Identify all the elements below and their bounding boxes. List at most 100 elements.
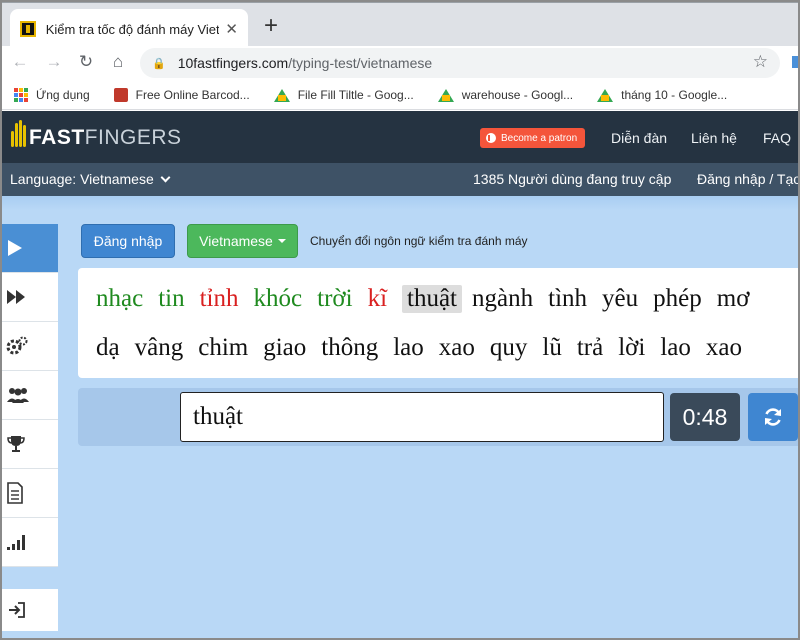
bookmark-star-icon[interactable]: ☆: [753, 52, 768, 72]
typing-input[interactable]: [180, 392, 664, 442]
word: tình: [548, 285, 588, 312]
word: xao: [705, 334, 742, 361]
bookmark-label: Ứng dụng: [36, 87, 90, 102]
address-bar[interactable]: 🔒 10fastfingers.com/typing-test/vietname…: [140, 48, 780, 78]
signal-bars-icon: [7, 535, 25, 550]
word: dạ: [96, 334, 120, 361]
hand-logo-icon: [10, 117, 28, 153]
close-tab-icon[interactable]: ✕: [225, 20, 238, 38]
language-dropdown-button[interactable]: Vietnamese: [187, 224, 298, 258]
become-patron-button[interactable]: Become a patron: [480, 128, 586, 148]
browser-toolbar: ← → ↻ ⌂ 🔒 10fastfingers.com/typing-test/…: [0, 46, 800, 78]
sidebar: [2, 224, 58, 567]
words-line-2: dạ vâng chim giao thông lao xao quy lũ trả lời lao x…: [96, 334, 757, 362]
sidebar-item-settings[interactable]: [2, 322, 58, 371]
patron-label: Become a patron: [501, 132, 578, 144]
url-host: 10fastfingers.com: [177, 55, 289, 71]
bookmark-label: File Fill Tiltle - Goog...: [297, 87, 414, 102]
words-display: nhạc tin tỉnh khóc trời kĩ thuật ngành tình yêu ph…: [78, 268, 800, 378]
nav-forum[interactable]: Diễn đàn: [611, 130, 667, 146]
back-arrow-icon[interactable]: ←: [8, 50, 32, 74]
bookmark-warehouse[interactable]: warehouse - Googl...: [437, 87, 574, 102]
word: yêu: [602, 285, 639, 312]
google-drive-icon: [597, 88, 614, 102]
word: lao: [660, 334, 691, 361]
word: lũ: [542, 334, 562, 361]
bookmark-label: warehouse - Googl...: [461, 87, 574, 102]
google-drive-icon: [437, 88, 454, 102]
browser-tab[interactable]: Kiểm tra tốc độ đánh máy Vietna ✕: [10, 9, 248, 49]
forward-arrow-icon[interactable]: →: [42, 50, 66, 74]
bookmark-label: tháng 10 - Google...: [621, 87, 728, 102]
site-header: FASTFINGERS Become a patron Diễn đàn Liê…: [0, 111, 800, 163]
words-line-1: nhạc tin tỉnh khóc trời kĩ thuật ngành tình yêu ph…: [96, 285, 764, 313]
word: quy: [489, 334, 528, 361]
sidebar-item-text-practice[interactable]: [2, 469, 58, 518]
google-drive-icon: [273, 88, 290, 102]
sidebar-item-statistics[interactable]: [2, 518, 58, 567]
home-icon[interactable]: ⌂: [106, 50, 130, 74]
input-row: 0:48: [78, 388, 800, 446]
bookmark-file-fill[interactable]: File Fill Tiltle - Goog...: [273, 87, 414, 102]
login-button[interactable]: Đăng nhập: [81, 224, 175, 258]
restart-button[interactable]: [748, 393, 798, 441]
site-logo[interactable]: FASTFINGERS: [10, 117, 182, 153]
word: lao: [393, 334, 424, 361]
apps-grid-icon: [14, 87, 28, 102]
sidebar-item-logout[interactable]: [2, 589, 58, 631]
nav-faq[interactable]: FAQ: [763, 130, 791, 146]
online-users-count: 1385 Người dùng đang truy cập: [473, 171, 672, 187]
word: vâng: [134, 334, 184, 361]
document-icon: [7, 482, 23, 504]
browser-tabstrip: Kiểm tra tốc độ đánh máy Vietna ✕ +: [0, 0, 800, 49]
sidebar-item-multiplayer[interactable]: [2, 371, 58, 420]
users-icon: [7, 388, 29, 403]
lock-icon: 🔒: [152, 57, 166, 70]
word: tỉnh: [199, 285, 239, 312]
extension-icon[interactable]: [792, 56, 800, 68]
nav-contact[interactable]: Liên hệ: [691, 130, 737, 146]
barcode-icon: [113, 87, 128, 102]
word: thông: [321, 334, 379, 361]
url-path: /typing-test/vietnamese: [288, 55, 433, 71]
bookmark-thang-10[interactable]: tháng 10 - Google...: [597, 88, 727, 102]
play-icon: [8, 240, 22, 256]
word: khóc: [253, 285, 303, 312]
word: ngành: [472, 285, 534, 312]
chevron-down-icon: [160, 172, 171, 183]
word: chim: [198, 334, 249, 361]
refresh-icon: [765, 408, 781, 426]
word: xao: [438, 334, 475, 361]
word: kĩ: [367, 285, 388, 312]
reload-icon[interactable]: ↻: [74, 50, 98, 74]
word: trả: [576, 334, 604, 361]
language-subbar: Language: Vietnamese 1385 Người dùng đan…: [0, 163, 800, 196]
language-selector[interactable]: Language: Vietnamese: [10, 171, 171, 187]
bookmark-apps[interactable]: Ứng dụng: [14, 87, 90, 102]
logout-icon: [9, 602, 25, 618]
switch-language-hint: Chuyển đổi ngôn ngữ kiểm tra đánh máy: [310, 234, 528, 248]
logo-text: FASTFINGERS: [29, 126, 182, 149]
caret-down-icon: [277, 239, 286, 243]
tab-title: Kiểm tra tốc độ đánh máy Vietna: [45, 21, 220, 37]
login-register-link[interactable]: Đăng nhập / Tạo: [697, 171, 800, 187]
word: giao: [263, 334, 307, 361]
new-tab-button[interactable]: +: [258, 13, 284, 39]
countdown-timer: 0:48: [670, 393, 740, 441]
sidebar-item-advanced[interactable]: [2, 273, 58, 322]
word: phép: [653, 285, 702, 312]
trophy-icon: [7, 436, 25, 452]
word: tin: [158, 285, 185, 312]
current-word: thuật: [402, 285, 463, 313]
word: lời: [618, 334, 646, 361]
fast-forward-icon: [7, 290, 25, 304]
bookmarks-bar: Ứng dụng Free Online Barcod... File Fill…: [0, 80, 800, 110]
sidebar-item-competitions[interactable]: [2, 420, 58, 469]
sidebar-item-typing-test[interactable]: [2, 224, 58, 273]
tenfastfingers-favicon-icon: [20, 21, 36, 37]
gears-icon: [6, 336, 28, 355]
bookmark-barcode[interactable]: Free Online Barcod...: [113, 87, 250, 102]
word: nhạc: [96, 285, 144, 312]
word: trời: [317, 285, 353, 312]
word: mơ: [716, 285, 750, 312]
